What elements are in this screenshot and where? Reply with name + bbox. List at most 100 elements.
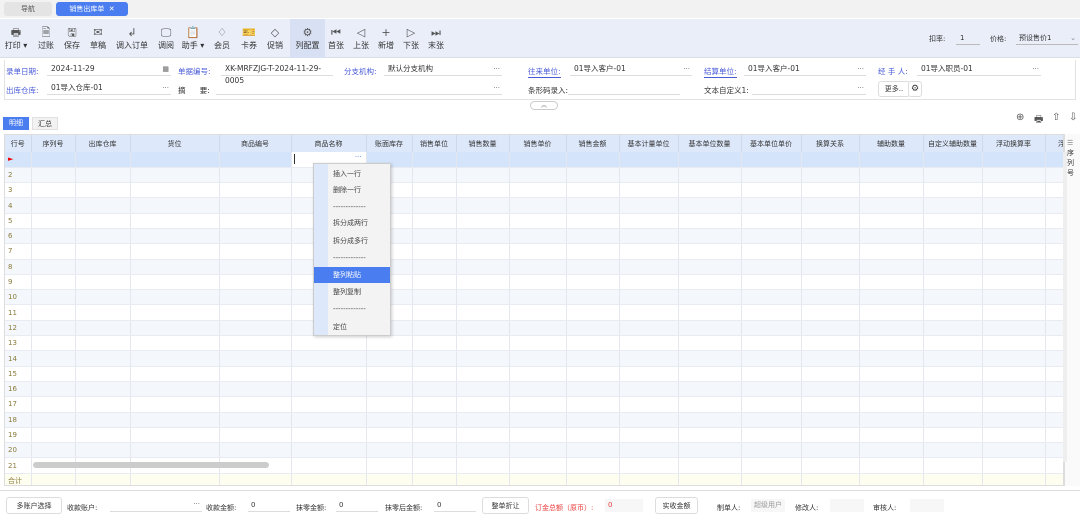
grid-cell[interactable]	[456, 152, 510, 168]
toolbar-button-10[interactable]: ⚙ 列配置	[290, 19, 325, 58]
grid-cell[interactable]	[130, 304, 220, 321]
grid-cell[interactable]	[678, 320, 742, 337]
row-number[interactable]: 18	[5, 412, 32, 428]
grid-cell[interactable]	[291, 412, 367, 428]
row-number[interactable]: 17	[5, 396, 32, 413]
grid-cell[interactable]	[412, 152, 457, 168]
row-number[interactable]: 19	[5, 427, 32, 444]
table-row[interactable]: 2	[5, 167, 1063, 184]
grid-cell[interactable]	[130, 289, 220, 306]
row-number[interactable]: 6	[5, 228, 32, 245]
grid-cell[interactable]	[859, 243, 924, 260]
grid-cell[interactable]	[456, 274, 510, 291]
actual-amount-button[interactable]: 实收金额	[655, 497, 698, 514]
table-row[interactable]: 13	[5, 335, 1063, 352]
grid-cell[interactable]	[923, 412, 983, 428]
grid-cell[interactable]	[566, 366, 620, 382]
menu-item[interactable]: 拆分成两行	[314, 215, 390, 231]
grid-cell[interactable]	[678, 442, 742, 459]
grid-cell[interactable]	[1045, 304, 1063, 321]
grid-cell[interactable]	[801, 427, 860, 444]
grid-cell[interactable]	[1045, 350, 1063, 367]
grid-cell[interactable]	[31, 366, 76, 382]
partner-field[interactable]: 01导入客户-01 ···	[570, 63, 692, 76]
grid-cell[interactable]	[130, 320, 220, 337]
row-number[interactable]: 9	[5, 274, 32, 291]
grid-cell[interactable]	[741, 366, 802, 382]
grid-cell[interactable]	[923, 366, 983, 382]
price-select[interactable]: 预设售价1 ⌄	[1016, 32, 1078, 45]
toolbar-button-6[interactable]: 📋 助手 ▾	[180, 19, 206, 58]
grid-cell[interactable]	[619, 197, 679, 214]
grid-cell[interactable]	[456, 320, 510, 337]
grid-cell[interactable]	[923, 381, 983, 398]
grid-cell[interactable]	[75, 197, 131, 214]
grid-cell[interactable]	[801, 350, 860, 367]
row-number[interactable]: 14	[5, 350, 32, 367]
grid-cell[interactable]	[859, 259, 924, 275]
grid-cell[interactable]	[412, 457, 457, 474]
grid-cell[interactable]	[75, 228, 131, 245]
table-row[interactable]: 5	[5, 213, 1063, 229]
toolbar-button-9[interactable]: ◇ 促销	[263, 19, 287, 58]
grid-cell[interactable]	[678, 152, 742, 168]
grid-cell[interactable]	[456, 304, 510, 321]
grid-cell[interactable]	[219, 274, 292, 291]
grid-cell[interactable]	[130, 167, 220, 184]
column-header[interactable]: 基本单位单价	[741, 135, 802, 152]
grid-cell[interactable]	[31, 213, 76, 229]
grid-cell[interactable]	[412, 427, 457, 444]
row-number[interactable]: 12	[5, 320, 32, 337]
grid-cell[interactable]	[566, 350, 620, 367]
grid-cell[interactable]	[1045, 152, 1063, 168]
grid-cell[interactable]	[1045, 320, 1063, 337]
grid-cell[interactable]	[859, 167, 924, 184]
grid-cell[interactable]	[291, 396, 367, 413]
grid-cell[interactable]	[982, 335, 1046, 352]
grid-cell[interactable]	[801, 243, 860, 260]
grid-cell[interactable]	[509, 259, 567, 275]
menu-item[interactable]: 删除一行	[314, 182, 390, 198]
grid-cell[interactable]	[75, 442, 131, 459]
toolbar-button-8[interactable]: 🎫 卡券	[238, 19, 260, 58]
grid-cell[interactable]	[291, 350, 367, 367]
grid-cell[interactable]	[412, 289, 457, 306]
multi-account-button[interactable]: 多账户选择	[6, 497, 62, 514]
grid-cell[interactable]	[219, 442, 292, 459]
grid-cell[interactable]	[456, 213, 510, 229]
grid-cell[interactable]	[566, 442, 620, 459]
grid-cell[interactable]	[566, 152, 620, 168]
grid-cell[interactable]	[31, 335, 76, 352]
grid-cell[interactable]	[982, 274, 1046, 291]
grid-cell[interactable]	[75, 289, 131, 306]
grid-cell[interactable]	[412, 182, 457, 199]
grid-cell[interactable]	[923, 320, 983, 337]
grid-cell[interactable]	[801, 197, 860, 214]
grid-cell[interactable]	[1045, 412, 1063, 428]
grid-cell[interactable]	[619, 304, 679, 321]
grid-cell[interactable]	[130, 213, 220, 229]
grid-cell[interactable]	[566, 335, 620, 352]
grid-cell[interactable]	[219, 289, 292, 306]
table-row[interactable]: 6	[5, 228, 1063, 245]
grid-cell[interactable]	[859, 197, 924, 214]
grid-cell[interactable]	[859, 427, 924, 444]
grid-cell[interactable]	[291, 457, 367, 474]
grid-cell[interactable]	[859, 274, 924, 291]
grid-cell[interactable]	[412, 442, 457, 459]
column-header[interactable]: 基本计量单位	[619, 135, 679, 152]
wipe-field[interactable]: 0	[336, 499, 378, 512]
grid-cell[interactable]	[31, 396, 76, 413]
grid-cell[interactable]	[1045, 289, 1063, 306]
grid-cell[interactable]	[741, 396, 802, 413]
grid-cell[interactable]	[509, 366, 567, 382]
grid-cell[interactable]	[130, 442, 220, 459]
menu-item[interactable]: 整列复制	[314, 284, 390, 300]
tab-summary[interactable]: 汇总	[32, 117, 58, 130]
table-row[interactable]: 18	[5, 412, 1063, 428]
toolbar-button-15[interactable]: ⏭ 末张	[425, 19, 447, 58]
grid-cell[interactable]	[982, 182, 1046, 199]
grid-cell[interactable]	[678, 228, 742, 245]
grid-cell[interactable]	[678, 289, 742, 306]
grid-cell[interactable]	[619, 412, 679, 428]
